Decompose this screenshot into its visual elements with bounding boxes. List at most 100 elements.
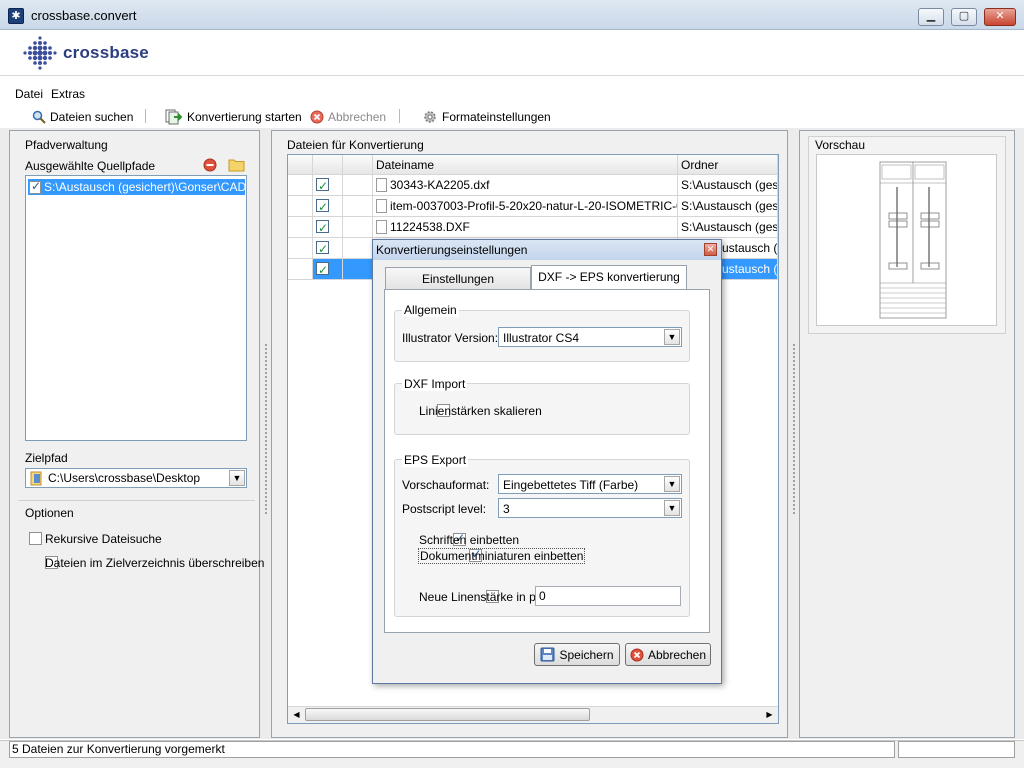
table-row-filename[interactable]: 11224538.DXF [373, 217, 678, 238]
row-checkbox[interactable] [316, 260, 329, 279]
illustrator-version-value: Illustrator CS4 [503, 331, 580, 345]
format-settings-label: Formateinstellungen [442, 110, 551, 124]
preview-format-value: Eingebettetes Tiff (Farbe) [503, 478, 639, 492]
menu-datei[interactable]: Datei [15, 87, 43, 101]
postscript-level-value: 3 [503, 502, 510, 516]
chevron-down-icon[interactable]: ▼ [664, 476, 680, 492]
postscript-level-label: Postscript level: [402, 502, 487, 516]
file-icon [376, 219, 387, 234]
target-path-label: Zielpfad [25, 451, 68, 465]
table-row-folder[interactable]: S:\Austausch (gesich [678, 175, 778, 196]
row-indicator[interactable] [288, 259, 313, 280]
format-settings-button[interactable]: Formateinstellungen [422, 108, 551, 126]
target-path-combo[interactable]: C:\Users\crossbase\Desktop ▼ [25, 468, 247, 488]
technical-drawing-preview [879, 161, 947, 319]
general-heading: Allgemein [402, 303, 459, 317]
new-linewidth-label: Neue Linenstärke in pt: [419, 590, 543, 604]
chevron-down-icon[interactable]: ▼ [229, 470, 245, 486]
row-checkbox[interactable] [316, 197, 329, 216]
scroll-left-arrow-icon[interactable]: ◀ [289, 707, 304, 722]
dxf-import-heading: DXF Import [402, 377, 468, 391]
search-files-label: Dateien suchen [50, 110, 134, 124]
add-folder-icon[interactable] [228, 157, 245, 172]
path-management-heading: Pfadverwaltung [25, 138, 108, 152]
row-indicator[interactable] [288, 217, 313, 238]
remove-path-icon[interactable] [203, 158, 217, 172]
files-heading: Dateien für Konvertierung [287, 138, 424, 152]
illustrator-version-select[interactable]: Illustrator CS4 ▼ [498, 327, 682, 347]
row-checkbox[interactable] [316, 239, 329, 258]
tab-dxf-eps[interactable]: DXF -> EPS konvertierung [531, 265, 687, 289]
toolbar-separator [399, 109, 400, 123]
source-path-checkbox[interactable] [29, 179, 41, 194]
row-checkbox[interactable] [316, 176, 329, 195]
recursive-search-label: Rekursive Dateisuche [45, 532, 162, 546]
grid-header-row-indicator [288, 155, 313, 175]
maximize-button[interactable]: ▢ [951, 8, 977, 26]
gear-icon [424, 111, 436, 123]
dialog-cancel-button[interactable]: Abbrechen [625, 643, 711, 666]
dialog-cancel-label: Abbrechen [647, 647, 707, 662]
column-header-folder[interactable]: Ordner [678, 155, 778, 175]
floppy-disk-icon [540, 647, 555, 662]
table-row-folder[interactable]: S:\Austausch (gesich [678, 196, 778, 217]
save-label: Speichern [559, 647, 614, 662]
left-splitter[interactable] [264, 343, 268, 515]
dialog-close-icon[interactable]: ✕ [704, 243, 717, 256]
recursive-search-checkbox[interactable] [29, 532, 42, 545]
table-row-filename[interactable]: item-0037003-Profil-5-20x20-natur-L-20-I… [373, 196, 678, 217]
start-conversion-icon [165, 109, 183, 125]
menu-extras[interactable]: Extras [51, 87, 85, 101]
crossbase-logo-icon [23, 36, 57, 70]
row-checkbox[interactable] [316, 218, 329, 237]
logo-header [0, 30, 1024, 76]
file-icon [376, 198, 387, 213]
source-path-text: S:\Austausch (gesichert)\Gonser\CAD\Be [44, 180, 245, 194]
table-row-check-cell[interactable] [313, 259, 343, 280]
row-indicator[interactable] [288, 175, 313, 196]
toolbar-separator [145, 109, 146, 123]
app-icon: ✱ [8, 8, 24, 24]
table-row-check-cell[interactable] [313, 238, 343, 259]
source-paths-list[interactable] [25, 175, 247, 441]
chevron-down-icon[interactable]: ▼ [664, 500, 680, 516]
table-row-check-cell[interactable] [313, 196, 343, 217]
close-button[interactable]: ✕ [984, 8, 1016, 26]
search-files-button[interactable]: Dateien suchen [32, 108, 133, 126]
scrollbar-thumb[interactable] [305, 708, 590, 721]
status-cell-secondary [898, 741, 1015, 758]
table-row-icon-cell [343, 259, 373, 280]
illustrator-version-label: Illustrator Version: [402, 331, 499, 345]
toolbar-cancel-label: Abbrechen [328, 110, 387, 124]
column-header-filename[interactable]: Dateiname [373, 155, 678, 175]
tab-settings[interactable]: Einstellungen [385, 267, 531, 290]
start-conversion-button[interactable]: Konvertierung starten [165, 108, 302, 126]
postscript-level-select[interactable]: 3 ▼ [498, 498, 682, 518]
new-linewidth-input[interactable]: 0 [535, 586, 681, 606]
options-heading: Optionen [25, 506, 74, 520]
save-button[interactable]: Speichern [534, 643, 620, 666]
eps-export-heading: EPS Export [402, 453, 469, 467]
table-row-check-cell[interactable] [313, 175, 343, 196]
table-row-folder[interactable]: S:\Austausch (gesich [678, 217, 778, 238]
source-path-item[interactable]: S:\Austausch (gesichert)\Gonser\CAD\Be [28, 179, 245, 195]
minimize-button[interactable]: ▁ [918, 8, 944, 26]
right-splitter[interactable] [792, 343, 796, 515]
row-indicator[interactable] [288, 238, 313, 259]
table-row-check-cell[interactable] [313, 217, 343, 238]
embed-fonts-label: Schriften einbetten [419, 533, 520, 547]
toolbar-cancel-button[interactable]: Abbrechen [310, 108, 386, 126]
preview-heading: Vorschau [815, 138, 866, 152]
table-row-filename[interactable]: 30343-KA2205.dxf [373, 175, 678, 196]
table-row-icon-cell [343, 217, 373, 238]
start-conversion-label: Konvertierung starten [187, 110, 302, 124]
scroll-right-arrow-icon[interactable]: ▶ [762, 707, 777, 722]
preview-format-select[interactable]: Eingebettetes Tiff (Farbe) ▼ [498, 474, 682, 494]
row-indicator[interactable] [288, 196, 313, 217]
chevron-down-icon[interactable]: ▼ [664, 329, 680, 345]
divider [18, 500, 255, 501]
window-title: crossbase.convert [31, 8, 137, 23]
table-row-icon-cell [343, 238, 373, 259]
overwrite-label: Dateien im Zielverzeichnis überschreiben [45, 556, 265, 570]
preview-image [816, 154, 997, 326]
